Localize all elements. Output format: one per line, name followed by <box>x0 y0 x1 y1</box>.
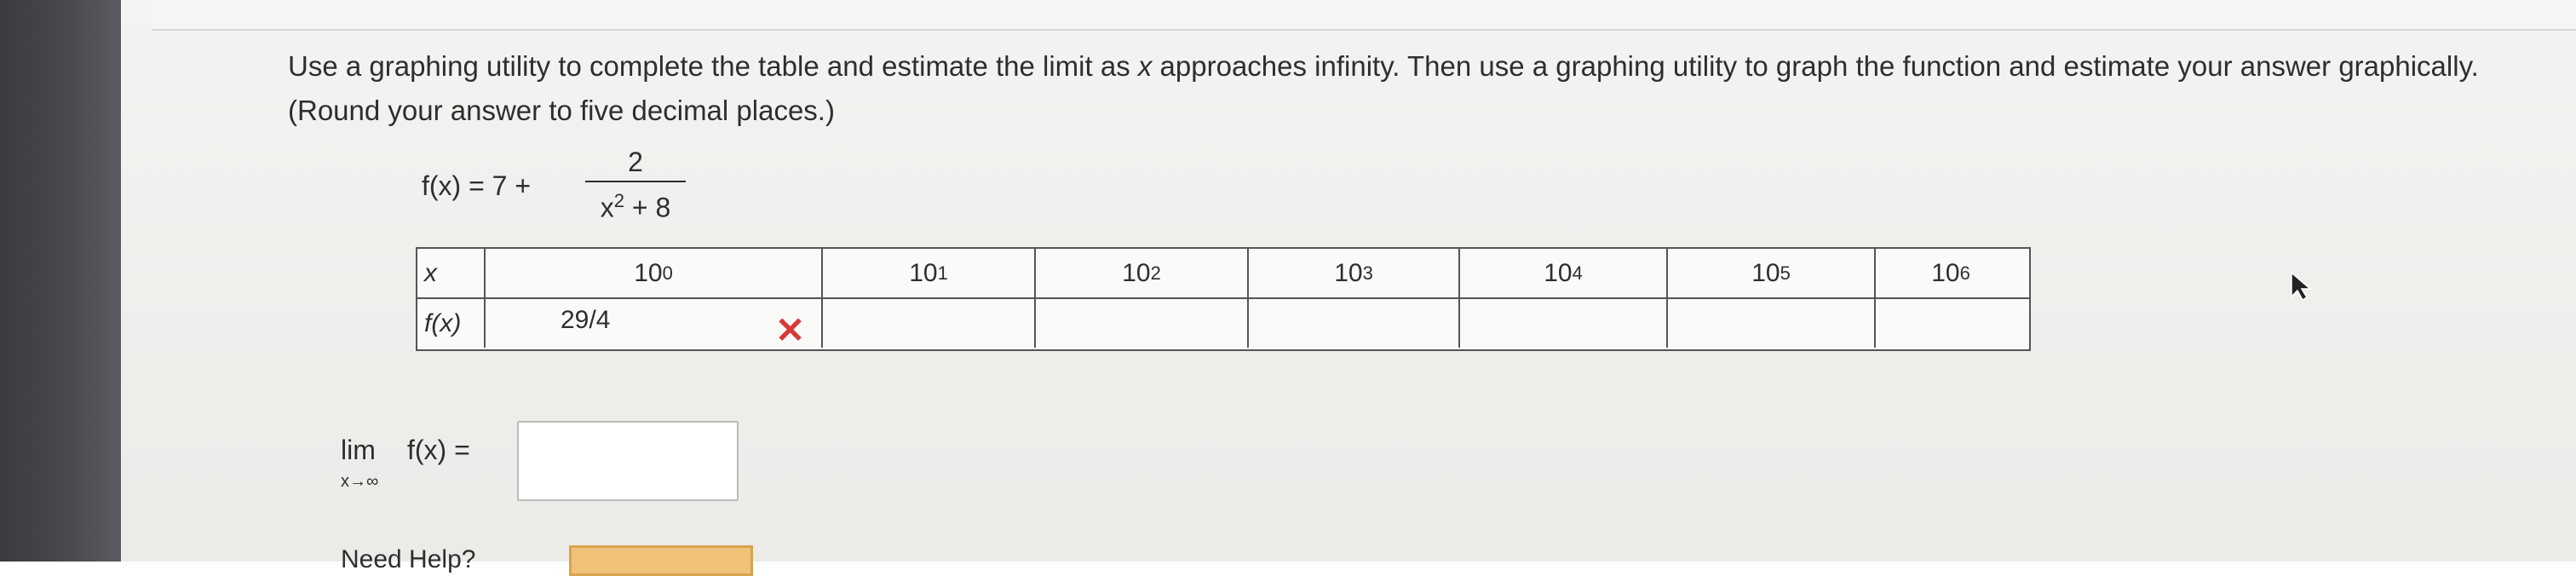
x-base: 10 <box>1751 258 1780 287</box>
x-exp: 0 <box>662 262 673 284</box>
incorrect-x-icon: ✕ <box>775 310 806 350</box>
x-exp: 2 <box>1150 262 1161 284</box>
x-value-10-4: 10 4 <box>1460 249 1668 297</box>
formula-lhs: f(x) = 7 + <box>422 170 532 201</box>
x-exp: 4 <box>1572 262 1583 284</box>
x-base: 10 <box>1122 258 1151 287</box>
fx-header: f(x) <box>417 299 486 348</box>
x-value-10-6: 10 6 <box>1876 249 2026 297</box>
top-divider <box>152 0 2576 31</box>
fx-input-5[interactable] <box>1460 299 1668 348</box>
need-help-label: Need Help? <box>341 545 476 573</box>
fx-input-7[interactable] <box>1876 299 2026 348</box>
x-exp: 1 <box>937 262 948 284</box>
formula-denominator: x2 + 8 <box>585 184 686 223</box>
question-text-start: Use a graphing utility to complete the t… <box>288 50 1138 82</box>
x-value-10-3: 10 3 <box>1249 249 1460 297</box>
question-text: Use a graphing utility to complete the t… <box>288 44 2537 133</box>
limit-table: x 10 0 10 1 10 2 10 3 10 4 10 5 10 6 f(x) 29/4 … <box>416 247 2031 351</box>
x-base: 10 <box>634 258 663 287</box>
limit-fx: f(x) = <box>407 435 470 465</box>
read-it-button[interactable] <box>569 545 753 576</box>
x-value-10-1: 10 1 <box>823 249 1036 297</box>
x-exp: 6 <box>1959 262 1970 284</box>
x-base: 10 <box>909 258 938 287</box>
x-exp: 5 <box>1780 262 1791 284</box>
x-row: x 10 0 10 1 10 2 10 3 10 4 10 5 10 6 <box>417 249 2029 299</box>
question-var-x: x <box>1137 50 1153 82</box>
mouse-cursor-icon <box>2291 271 2313 302</box>
limit-subscript: x→∞ <box>341 472 379 491</box>
x-value-10-0: 10 0 <box>486 249 823 297</box>
den-exp: 2 <box>613 190 624 211</box>
fx-input-2[interactable] <box>823 299 1036 348</box>
den-rest: + 8 <box>624 192 671 223</box>
x-value-10-5: 10 5 <box>1668 249 1876 297</box>
x-exp: 3 <box>1362 262 1373 284</box>
fraction-bar <box>585 181 686 182</box>
formula-fraction: 2 x2 + 8 <box>585 145 686 223</box>
fx-value-1: 29/4 <box>561 306 611 334</box>
fx-input-4[interactable] <box>1249 299 1460 348</box>
den-base: x <box>600 192 614 223</box>
x-header: x <box>417 249 486 297</box>
x-value-10-2: 10 2 <box>1036 249 1249 297</box>
limit-answer-input[interactable] <box>517 421 739 501</box>
x-base: 10 <box>1544 258 1573 287</box>
fx-input-6[interactable] <box>1668 299 1876 348</box>
formula-numerator: 2 <box>628 147 643 177</box>
limit-lim: lim <box>341 435 376 465</box>
x-base: 10 <box>1931 258 1960 287</box>
x-base: 10 <box>1334 258 1363 287</box>
fx-row: f(x) 29/4 ✕ <box>417 299 2029 350</box>
device-bezel <box>0 0 121 562</box>
fx-cell-1[interactable]: 29/4 ✕ <box>486 299 823 350</box>
fx-input-3[interactable] <box>1036 299 1249 348</box>
